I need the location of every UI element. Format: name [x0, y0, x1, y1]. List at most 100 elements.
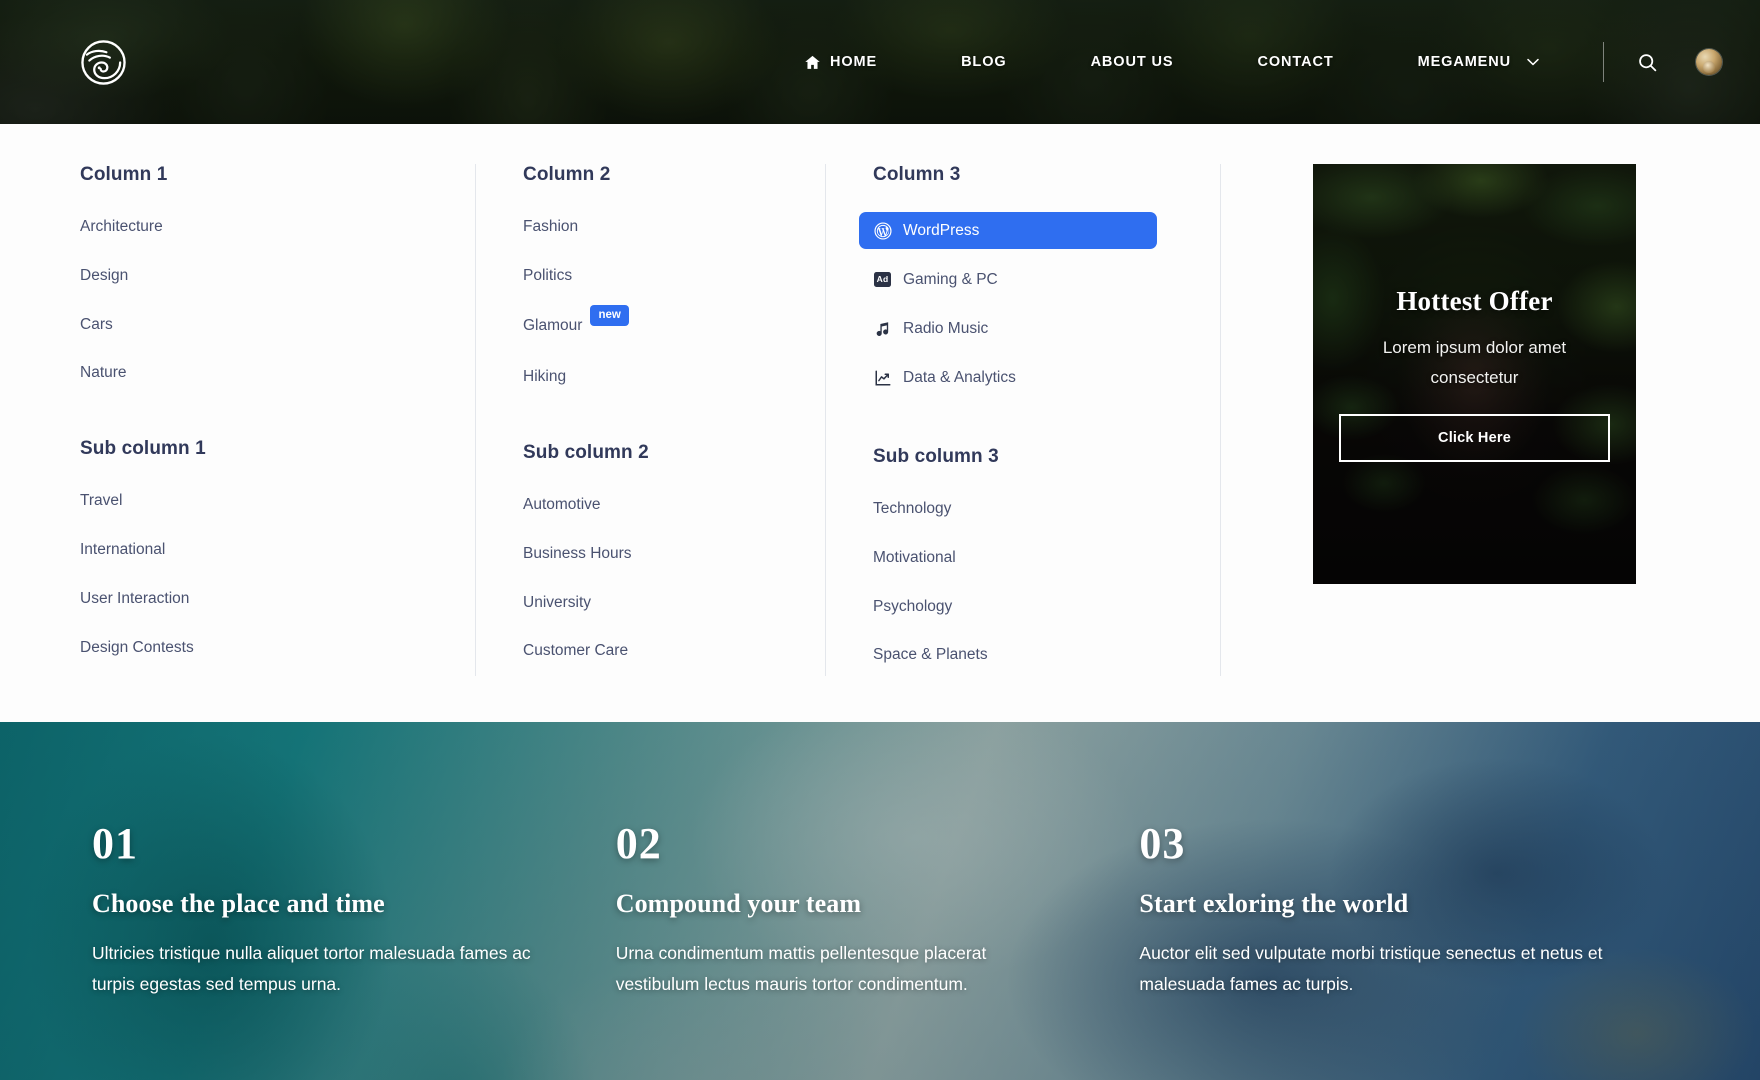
megamenu-link-design[interactable]: Design	[80, 261, 447, 291]
link-label: Travel	[80, 492, 123, 510]
page-root: HOME BLOG ABOUT US CONTACT MEGAMENU Colu…	[0, 0, 1760, 1080]
megamenu-column-promo: Hottest Offer Lorem ipsum dolor amet con…	[1220, 164, 1636, 677]
megamenu-block-column-1: Column 1 Architecture Design Cars Nature	[80, 164, 447, 388]
promo-title: Hottest Offer	[1396, 285, 1553, 316]
nav-item-megamenu[interactable]: MEGAMENU	[1418, 44, 1539, 80]
promo-cta-button[interactable]: Click Here	[1339, 414, 1610, 463]
megamenu-link-gaming-and-pc[interactable]: Ad Gaming & PC	[859, 261, 1192, 298]
nav-label: BLOG	[961, 54, 1007, 70]
link-label: Space & Planets	[873, 646, 988, 664]
megamenu-panel: Column 1 Architecture Design Cars Nature…	[0, 124, 1760, 723]
nav-label: HOME	[829, 54, 878, 70]
nav-divider	[1603, 42, 1604, 82]
megamenu-link-cars[interactable]: Cars	[80, 310, 447, 340]
step-title: Choose the place and time	[92, 889, 385, 919]
megamenu-link-university[interactable]: University	[523, 588, 797, 618]
step-number: 01	[92, 819, 138, 869]
link-label: Customer Care	[523, 642, 629, 660]
step-number: 03	[1139, 819, 1186, 869]
nav-item-about-us[interactable]: ABOUT US	[1091, 44, 1174, 80]
megamenu-link-hiking[interactable]: Hiking	[523, 362, 797, 392]
megamenu-column-3: Column 3 WordPress Ad Gaming & PC Radio …	[825, 164, 1220, 677]
wordpress-icon	[873, 221, 892, 240]
nav-item-contact[interactable]: CONTACT	[1257, 44, 1333, 80]
link-label: Cars	[80, 315, 113, 333]
megamenu-link-space-and-planets[interactable]: Space & Planets	[873, 640, 1192, 670]
megamenu-link-wordpress[interactable]: WordPress	[859, 212, 1157, 249]
main-navigation: HOME BLOG ABOUT US CONTACT MEGAMENU	[804, 42, 1722, 82]
megamenu-link-business-hours[interactable]: Business Hours	[523, 539, 797, 569]
megamenu-column-1: Column 1 Architecture Design Cars Nature…	[80, 164, 475, 670]
step-card-02: 02 Compound your team Urna condimentum m…	[616, 822, 1140, 999]
link-label: Politics	[523, 266, 573, 284]
step-description: Ultricies tristique nulla aliquet tortor…	[92, 943, 531, 994]
megamenu-link-fashion[interactable]: Fashion	[523, 212, 797, 242]
status-badge-new: new	[590, 304, 629, 327]
megamenu-link-design-contests[interactable]: Design Contests	[80, 633, 447, 663]
column-heading: Sub column 3	[873, 446, 999, 467]
megamenu-block-sub-column-1: Sub column 1 Travel International User I…	[80, 438, 447, 662]
link-label: Automotive	[523, 495, 601, 513]
link-label: University	[523, 593, 592, 611]
megamenu-link-customer-care[interactable]: Customer Care	[523, 636, 797, 666]
link-label: Technology	[873, 500, 952, 517]
home-icon	[804, 54, 821, 71]
link-label: Design Contests	[80, 638, 194, 656]
megamenu-link-technology[interactable]: Technology	[873, 494, 1192, 524]
search-icon[interactable]	[1632, 47, 1662, 77]
link-label: Nature	[80, 364, 127, 382]
megamenu-link-automotive[interactable]: Automotive	[523, 490, 797, 520]
step-card-03: 03 Start exloring the world Auctor elit …	[1139, 822, 1680, 999]
step-title: Start exloring the world	[1139, 889, 1409, 919]
column-heading: Sub column 1	[80, 438, 206, 460]
megamenu-block-sub-column-2: Sub column 2 Automotive Business Hours U…	[523, 442, 797, 666]
megamenu-link-psychology[interactable]: Psychology	[873, 592, 1192, 622]
nav-item-blog[interactable]: BLOG	[961, 44, 1007, 80]
megamenu-link-motivational[interactable]: Motivational	[873, 543, 1192, 573]
link-label: Data & Analytics	[903, 368, 1016, 386]
megamenu-link-travel[interactable]: Travel	[80, 486, 447, 516]
step-title: Compound your team	[615, 889, 862, 919]
link-label: User Interaction	[80, 589, 190, 607]
megamenu-block-column-2: Column 2 Fashion Politics Glamour new Hi…	[523, 164, 797, 392]
step-number: 02	[615, 819, 662, 869]
link-label: Design	[80, 266, 129, 284]
link-label: Psychology	[873, 597, 953, 615]
link-label: WordPress	[903, 221, 980, 239]
step-description: Auctor elit sed vulputate morbi tristiqu…	[1139, 943, 1603, 994]
megamenu-link-user-interaction[interactable]: User Interaction	[80, 584, 447, 614]
link-label: Gaming & PC	[903, 270, 998, 288]
chevron-down-icon	[1527, 54, 1539, 70]
swirl-wave-logo[interactable]	[80, 39, 127, 86]
user-avatar[interactable]	[1696, 49, 1722, 75]
nav-label: ABOUT US	[1090, 54, 1174, 70]
link-label: Glamour	[523, 317, 583, 335]
site-header: HOME BLOG ABOUT US CONTACT MEGAMENU	[0, 0, 1760, 124]
music-note-icon	[873, 319, 892, 338]
link-label: Fashion	[523, 218, 579, 235]
link-label: Architecture	[80, 218, 163, 235]
column-heading: Sub column 2	[523, 441, 649, 463]
megamenu-block-sub-column-3: Sub column 3 Technology Motivational Psy…	[873, 446, 1192, 670]
step-description: Urna condimentum mattis pellentesque pla…	[615, 943, 987, 994]
nav-item-home[interactable]: HOME	[804, 44, 877, 81]
megamenu-link-radio-music[interactable]: Radio Music	[859, 310, 1192, 347]
megamenu-link-glamour[interactable]: Glamour new	[523, 304, 797, 344]
steps-section: 01 Choose the place and time Ultricies t…	[0, 722, 1760, 1080]
link-label: Hiking	[523, 368, 567, 386]
megamenu-block-column-3: Column 3 WordPress Ad Gaming & PC Radio …	[859, 164, 1192, 396]
step-card-01: 01 Choose the place and time Ultricies t…	[92, 822, 616, 999]
megamenu-link-nature[interactable]: Nature	[80, 358, 447, 388]
promo-card: Hottest Offer Lorem ipsum dolor amet con…	[1313, 164, 1636, 584]
column-heading: Column 1	[80, 164, 168, 185]
nav-label: CONTACT	[1257, 54, 1334, 70]
megamenu-link-data-and-analytics[interactable]: Data & Analytics	[859, 359, 1192, 396]
link-label: International	[80, 541, 166, 559]
megamenu-link-architecture[interactable]: Architecture	[80, 212, 447, 242]
promo-subtitle: Lorem ipsum dolor amet consectetur	[1382, 337, 1567, 387]
line-chart-icon	[873, 368, 892, 387]
megamenu-link-international[interactable]: International	[80, 535, 447, 565]
megamenu-link-politics[interactable]: Politics	[523, 261, 797, 291]
column-heading: Column 2	[523, 164, 611, 185]
link-label: Business Hours	[523, 544, 632, 562]
